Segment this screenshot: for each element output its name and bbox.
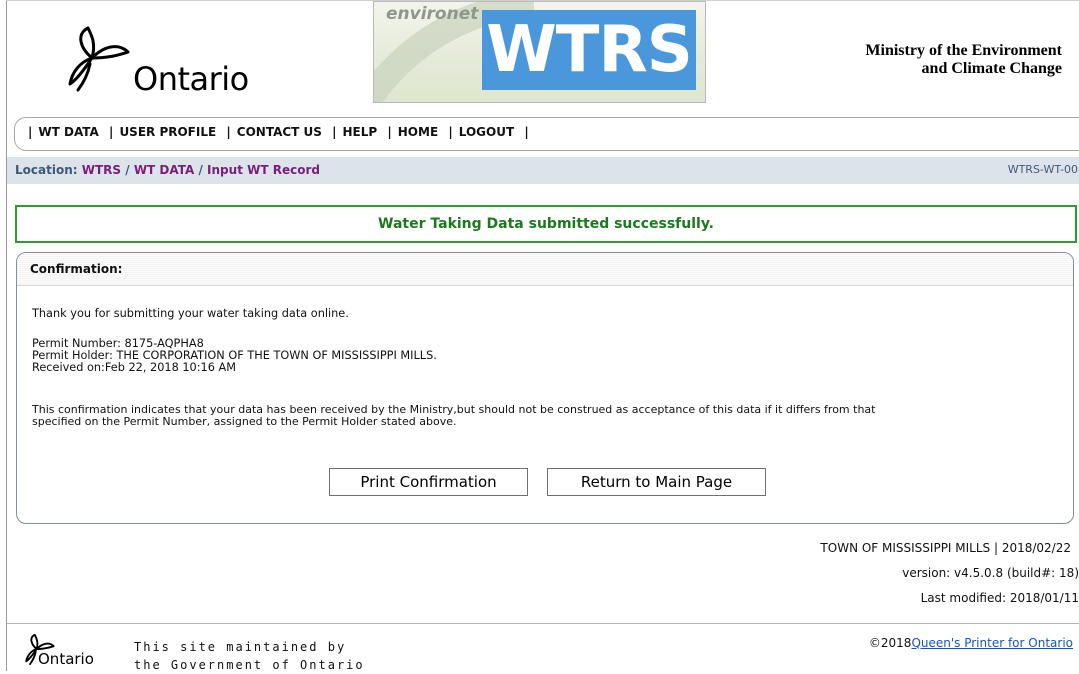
footer-last-modified: Last modified: 2018/01/11 [920, 591, 1079, 605]
nav-item-user-profile[interactable]: USER PROFILE [119, 125, 216, 139]
footer-version: version: v4.5.0.8 (build#: 18) [902, 566, 1079, 580]
breadcrumb-input-wt-record: Input WT Record [207, 163, 320, 177]
breadcrumb: Location: WTRS / WT DATA / Input WT Reco… [15, 163, 320, 177]
maintained-line-1: This site maintained by [134, 640, 347, 654]
received-on: Received on:Feb 22, 2018 10:16 AM [32, 361, 236, 374]
page-code: WTRS-WT-008 [1007, 163, 1079, 176]
confirmation-panel: Confirmation: Thank you for submitting y… [16, 252, 1074, 524]
return-to-main-page-button[interactable]: Return to Main Page [547, 468, 766, 496]
frame-left-border [6, 0, 7, 671]
maintained-by-text: This site maintained by the Government o… [134, 638, 365, 674]
ministry-line-1: Ministry of the Environment [865, 42, 1062, 59]
success-banner: Water Taking Data submitted successfully… [15, 205, 1077, 243]
nav-item-contact-us[interactable]: CONTACT US [237, 125, 322, 139]
copyright-prefix: ©2018 [868, 636, 912, 650]
confirmation-title: Confirmation: [30, 262, 123, 276]
wtrs-logo-box: WTRS [482, 10, 696, 90]
ministry-line-2: and Climate Change [921, 60, 1062, 77]
breadcrumb-wt-data[interactable]: WT DATA [134, 163, 194, 177]
wtrs-logo-text: WTRS [486, 13, 693, 87]
environet-label: environet [386, 4, 479, 24]
queens-printer-link[interactable]: Queen's Printer for Ontario [911, 636, 1073, 650]
notice-line-2: specified on the Permit Number, assigned… [32, 415, 457, 428]
thank-you-text: Thank you for submitting your water taki… [32, 307, 349, 320]
footer-ontario-wordmark: Ontario [38, 650, 94, 668]
copyright: ©2018Queen's Printer for Ontario [869, 636, 1073, 650]
breadcrumb-separator: / [125, 163, 130, 177]
nav-item-home[interactable]: HOME [398, 125, 438, 139]
footer-org-date: TOWN OF MISSISSIPPI MILLS | 2018/02/22 [820, 541, 1071, 555]
breadcrumb-wtrs[interactable]: WTRS [82, 163, 121, 177]
breadcrumb-separator: / [198, 163, 203, 177]
nav-separator: | [524, 125, 529, 139]
nav-item-help[interactable]: HELP [343, 125, 378, 139]
wtrs-banner: environet WTRS [373, 1, 706, 103]
nav-separator: | [109, 125, 114, 139]
ontario-trillium-icon [62, 22, 132, 97]
nav-separator: | [387, 125, 392, 139]
breadcrumb-label: Location: [15, 163, 78, 177]
nav-separator: | [226, 125, 231, 139]
ministry-name: Ministry of the Environment and Climate … [865, 42, 1062, 78]
nav-separator: | [448, 125, 453, 139]
nav-separator: | [28, 125, 33, 139]
print-confirmation-button[interactable]: Print Confirmation [329, 468, 528, 496]
nav-item-logout[interactable]: LOGOUT [459, 125, 514, 139]
main-nav: | WT DATA | USER PROFILE | CONTACT US | HELP… [22, 125, 535, 139]
ontario-wordmark: Ontario [133, 60, 249, 98]
maintained-line-2: the Government of Ontario [134, 658, 365, 672]
confirmation-panel-header [17, 253, 1073, 286]
nav-separator: | [332, 125, 337, 139]
nav-item-wt-data[interactable]: WT DATA [38, 125, 98, 139]
footer-divider [7, 623, 1079, 624]
success-message: Water Taking Data submitted successfully… [378, 216, 714, 232]
